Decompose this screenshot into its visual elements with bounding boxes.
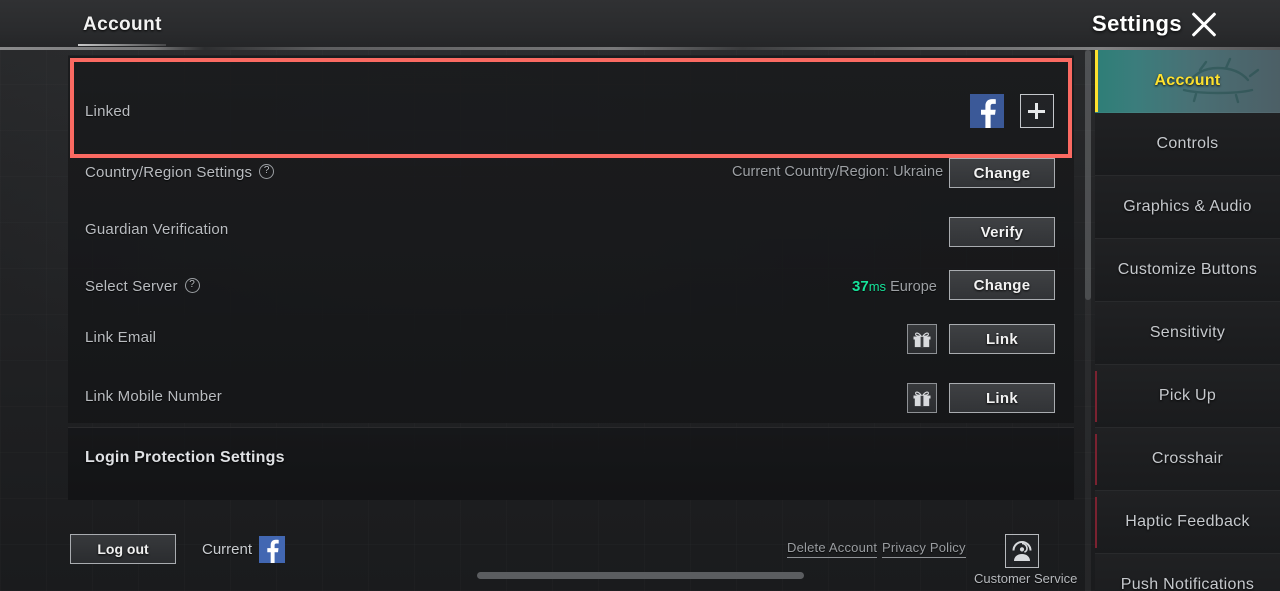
row-select-server-label: Select Server	[85, 278, 178, 295]
add-linked-account-button[interactable]	[1020, 94, 1054, 128]
server-ping-status: 37ms Europe	[852, 278, 937, 295]
account-content-panel: Linked Country/Region Settings Current C…	[68, 55, 1074, 500]
row-country-region-label: Country/Region Settings	[85, 164, 253, 181]
sidebar-item-label: Sensitivity	[1149, 324, 1226, 341]
sidebar-scrollbar-thumb[interactable]	[1085, 50, 1091, 300]
sidebar-item-controls[interactable]: Controls	[1095, 113, 1280, 176]
horizontal-scrollbar-thumb[interactable]	[477, 572, 804, 579]
sidebar-item-label: Account	[1154, 72, 1221, 89]
login-protection-panel[interactable]: Login Protection Settings	[68, 427, 1074, 500]
sidebar-item-sensitivity[interactable]: Sensitivity	[1095, 302, 1280, 365]
sidebar-item-label: Haptic Feedback	[1125, 513, 1250, 530]
row-linked: Linked	[68, 56, 1074, 156]
close-icon[interactable]	[1186, 7, 1222, 43]
facebook-icon[interactable]	[259, 536, 285, 563]
settings-sidebar: Account Controls Graphics & Audio Custom…	[1095, 50, 1280, 591]
sidebar-scrollbar[interactable]	[1085, 50, 1091, 591]
row-linked-label: Linked	[85, 103, 131, 120]
row-guardian-verification-label: Guardian Verification	[85, 221, 229, 238]
row-link-mobile: Link Mobile Number Link	[68, 375, 1074, 424]
settings-title: Settings	[1092, 11, 1182, 36]
sidebar-item-account[interactable]: Account	[1095, 50, 1280, 113]
sidebar-item-pick-up[interactable]: Pick Up	[1095, 365, 1280, 428]
sidebar-item-label: Controls	[1156, 135, 1219, 152]
logout-button[interactable]: Log out	[70, 534, 176, 564]
customer-service-button[interactable]: Customer Service	[974, 534, 1077, 586]
page-title: Account	[83, 14, 162, 35]
sidebar-item-customize-buttons[interactable]: Customize Buttons	[1095, 239, 1280, 302]
account-settings-list: Linked Country/Region Settings Current C…	[68, 55, 1074, 423]
sidebar-item-haptic-feedback[interactable]: Haptic Feedback	[1095, 491, 1280, 554]
headset-support-icon	[1005, 534, 1039, 568]
country-region-value: Current Country/Region: Ukraine	[732, 164, 944, 180]
privacy-policy-link[interactable]: Privacy Policy	[882, 540, 966, 558]
sidebar-item-label: Graphics & Audio	[1123, 198, 1252, 215]
gift-icon[interactable]	[907, 324, 937, 354]
row-country-region: Country/Region Settings Current Country/…	[68, 156, 1074, 210]
sidebar-item-graphics-audio[interactable]: Graphics & Audio	[1095, 176, 1280, 239]
row-link-email-label: Link Email	[85, 329, 157, 346]
help-icon[interactable]	[184, 277, 200, 293]
horizontal-scrollbar[interactable]	[400, 571, 900, 579]
customer-service-label: Customer Service	[974, 571, 1078, 586]
server-region: Europe	[890, 279, 937, 295]
link-email-button[interactable]: Link	[949, 324, 1055, 354]
sidebar-item-label: Customize Buttons	[1117, 261, 1258, 278]
sidebar-item-label: Crosshair	[1151, 450, 1224, 467]
top-bar	[0, 0, 1280, 50]
sidebar-item-label: Pick Up	[1158, 387, 1217, 404]
ping-unit: ms	[868, 279, 887, 294]
login-protection-settings-label: Login Protection Settings	[85, 449, 285, 466]
select-server-change-button[interactable]: Change	[949, 270, 1055, 300]
ping-value: 37	[852, 278, 869, 295]
facebook-icon[interactable]	[970, 94, 1004, 128]
delete-account-link[interactable]: Delete Account	[787, 540, 878, 558]
country-region-change-button[interactable]: Change	[949, 158, 1055, 188]
row-guardian-verification: Guardian Verification Verify	[68, 210, 1074, 264]
row-link-mobile-label: Link Mobile Number	[85, 388, 222, 405]
row-select-server: Select Server 37ms Europe Change	[68, 264, 1074, 318]
sidebar-item-crosshair[interactable]: Crosshair	[1095, 428, 1280, 491]
gift-icon[interactable]	[907, 383, 937, 413]
sidebar-item-label: Push Notifications	[1120, 576, 1255, 591]
guardian-verify-button[interactable]: Verify	[949, 217, 1055, 247]
settings-screen: Account Settings Linked Country/Region S…	[0, 0, 1280, 591]
page-title-underline	[78, 44, 166, 46]
sidebar-item-push-notifications[interactable]: Push Notifications	[1095, 554, 1280, 591]
current-account-label: Current	[202, 541, 253, 558]
help-icon[interactable]	[259, 163, 275, 179]
link-mobile-button[interactable]: Link	[949, 383, 1055, 413]
row-link-email: Link Email Link	[68, 318, 1074, 375]
